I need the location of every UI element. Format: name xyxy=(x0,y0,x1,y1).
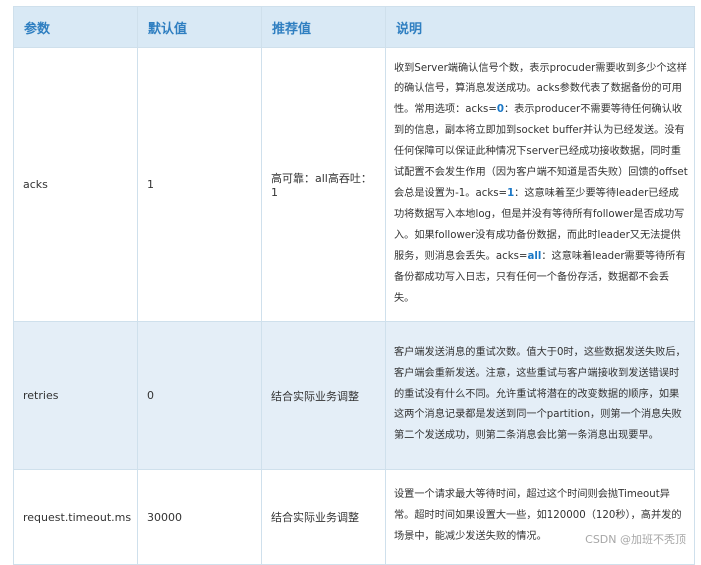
acks-value-all: all xyxy=(527,250,542,262)
header-recommended: 推荐值 xyxy=(261,6,386,48)
acks-value-0: 0 xyxy=(496,104,504,116)
cell-recommended: 结合实际业务调整 xyxy=(261,469,386,565)
watermark: CSDN @加班不秃顶 xyxy=(582,530,689,548)
cell-recommended: 高可靠：all高吞吐：1 xyxy=(261,47,386,322)
cell-param: acks xyxy=(13,47,138,322)
cell-description: 设置一个请求最大等待时间，超过这个时间则会抛Timeout异常。超时时间如果设置… xyxy=(385,469,695,565)
header-description: 说明 xyxy=(385,6,695,48)
cell-default: 1 xyxy=(137,47,262,322)
table-row-retries: retries 0 结合实际业务调整 客户端发送消息的重试次数。值大于0时，这些… xyxy=(13,321,695,470)
desc-text: ：表示producer不需要等待任何确认收到的信息，副本将立即加到socket … xyxy=(394,104,688,199)
header-param: 参数 xyxy=(13,6,138,48)
table-header-row: 参数 默认值 推荐值 说明 xyxy=(13,6,695,48)
table-row-request-timeout: request.timeout.ms 30000 结合实际业务调整 设置一个请求… xyxy=(13,469,695,565)
cell-description: 收到Server端确认信号个数，表示procuder需要收到多少个这样的确认信号… xyxy=(385,47,695,322)
cell-default: 0 xyxy=(137,321,262,470)
cell-recommended: 结合实际业务调整 xyxy=(261,321,386,470)
cell-param: request.timeout.ms xyxy=(13,469,138,565)
cell-description: 客户端发送消息的重试次数。值大于0时，这些数据发送失败后，客户端会重新发送。注意… xyxy=(385,321,695,470)
cell-default: 30000 xyxy=(137,469,262,565)
parameter-table: 参数 默认值 推荐值 说明 acks 1 高可靠：all高吞吐：1 收到Serv… xyxy=(13,6,695,565)
table-row-acks: acks 1 高可靠：all高吞吐：1 收到Server端确认信号个数，表示pr… xyxy=(13,47,695,322)
header-default: 默认值 xyxy=(137,6,262,48)
cell-param: retries xyxy=(13,321,138,470)
